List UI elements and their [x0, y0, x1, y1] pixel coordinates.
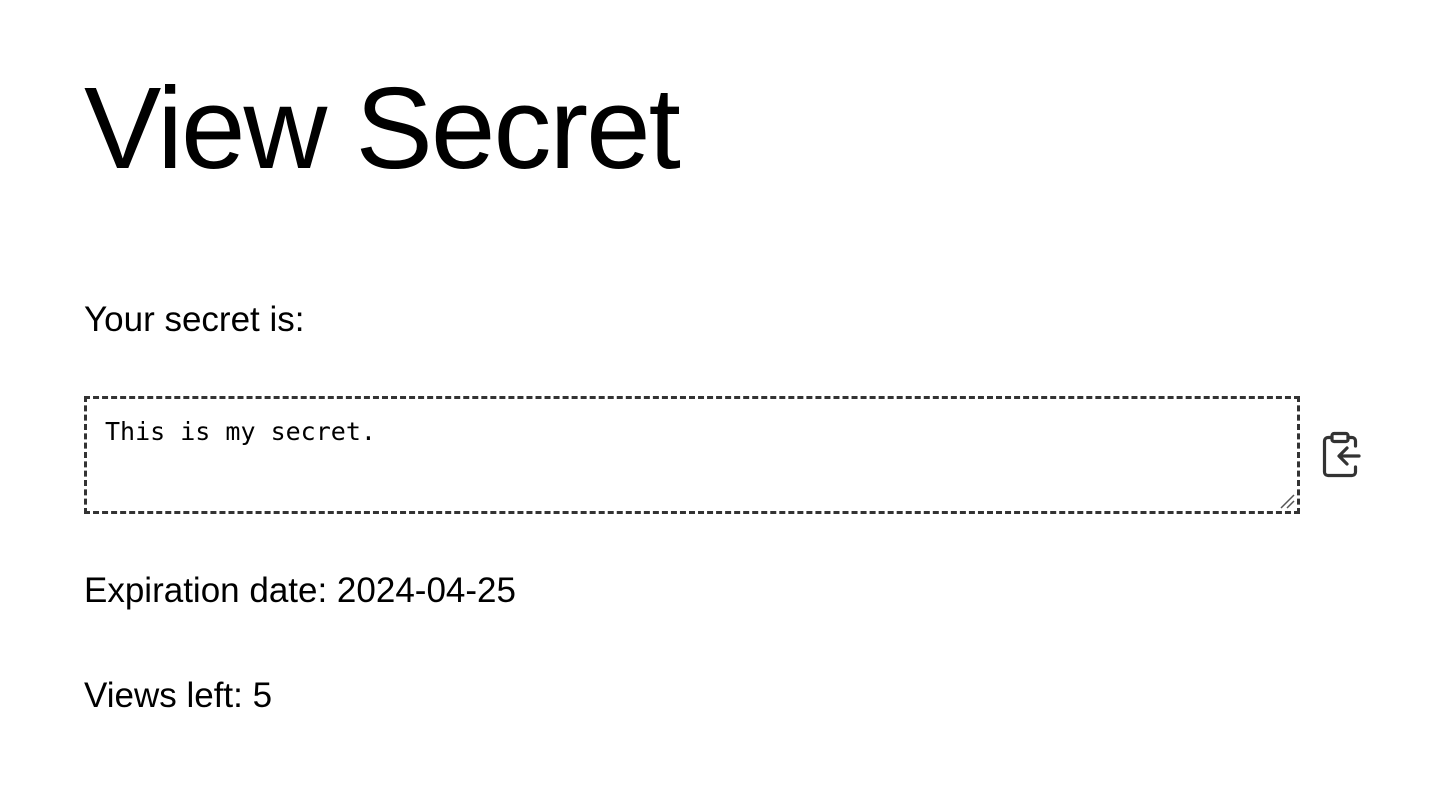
views-left: Views left: 5: [84, 676, 273, 715]
secret-row: This is my secret.: [84, 396, 1384, 514]
copy-secret-button[interactable]: [1318, 429, 1366, 481]
clipboard-copy-icon[interactable]: [1320, 431, 1364, 479]
secret-label: Your secret is:: [84, 300, 305, 339]
page-title: View Secret: [84, 63, 681, 193]
resize-handle-icon[interactable]: [1277, 491, 1295, 509]
secret-textarea[interactable]: This is my secret.: [84, 396, 1300, 514]
expiration-date: Expiration date: 2024-04-25: [84, 571, 516, 610]
secret-value[interactable]: This is my secret.: [105, 417, 376, 447]
